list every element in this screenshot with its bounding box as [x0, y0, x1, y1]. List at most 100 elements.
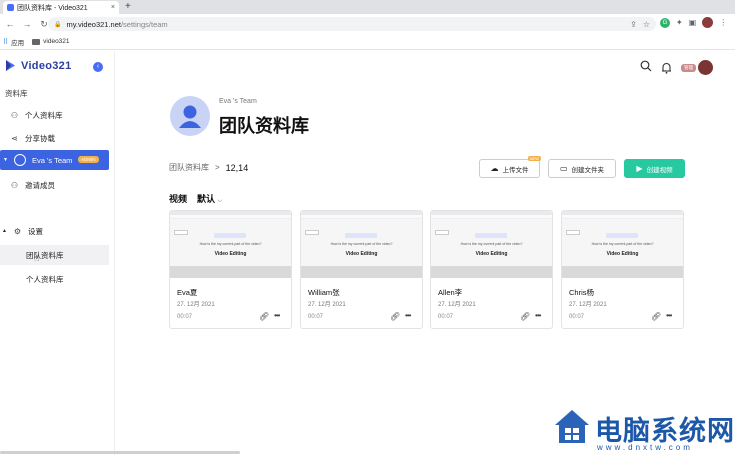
thumb-headline: Video Editing [214, 251, 247, 257]
sidebar-item-personal-library[interactable]: ⚇ 个人资料库 [0, 105, 109, 125]
more-options-icon[interactable]: ••• [666, 311, 672, 320]
bookmark-apps[interactable]: ⠿ 应用 [3, 37, 24, 47]
more-options-icon[interactable]: ••• [535, 311, 541, 320]
bell-icon[interactable] [661, 62, 672, 74]
video-thumbnail[interactable]: How is the my current part of the video?… [431, 211, 552, 278]
thumb-logo [345, 233, 377, 238]
create-video-button[interactable]: ▶ 创建视频 [624, 159, 685, 178]
bookmark-star-icon[interactable]: ☆ [643, 20, 650, 29]
back-icon[interactable]: ← [3, 19, 17, 29]
breadcrumb-count: 12,14 [225, 162, 249, 173]
sidebar-item-invite[interactable]: ⚇ 邀请成员 [0, 175, 109, 195]
tab-title: 团队资料库 - Video321 [17, 4, 88, 12]
sidebar-item-label: 设置 [27, 226, 43, 236]
add-user-icon: ⚇ [10, 180, 19, 190]
url-host: my.video321.net [66, 19, 121, 29]
video-card[interactable]: How is the my current part of the video?… [430, 210, 553, 329]
thumb-headline: Video Editing [345, 251, 378, 257]
address-bar[interactable]: 🔒 my.video321.net/settings/team ⇪ ☆ [48, 17, 656, 31]
browser-tab[interactable]: 团队资料库 - Video321 × [3, 1, 119, 14]
share-icon[interactable]: ⇪ [630, 20, 637, 29]
caret-down-icon[interactable]: ▼ [3, 157, 8, 163]
browser-profile-avatar[interactable] [702, 17, 714, 28]
sidebar-subitem-team-library[interactable]: 团队资料库 ☝ [0, 245, 109, 265]
more-options-icon[interactable]: ••• [274, 311, 280, 320]
upload-file-button[interactable]: ☁ 上传文件 NEW [479, 156, 541, 178]
bookmark-video321[interactable]: video321 [32, 38, 70, 45]
forward-icon[interactable]: → [20, 19, 34, 29]
new-folder-button[interactable]: ▭ 创建文件夹 [548, 159, 616, 178]
video-thumbnail[interactable]: How is the my current part of the video?… [562, 211, 683, 278]
video-card[interactable]: How is the my current part of the video?… [561, 210, 684, 329]
team-role-badge: ADMIN [78, 156, 99, 163]
lock-icon[interactable]: 🔒 [54, 21, 61, 28]
thumb-question: How is the my current part of the video? [330, 242, 393, 246]
search-icon[interactable] [640, 60, 652, 75]
user-icon: ⚇ [10, 110, 19, 120]
video-duration: 00:07 [569, 314, 585, 320]
thumb-footer [562, 266, 683, 278]
videos-heading: 视频 [169, 194, 188, 204]
thumb-headline: Video Editing [606, 251, 639, 257]
upload-label: 上传文件 [502, 166, 529, 174]
caret-up-icon[interactable]: ▲ [2, 228, 7, 234]
extensions-puzzle-icon[interactable]: ✦ [676, 18, 683, 27]
sidebar-item-settings[interactable]: ▲ ⚙ 设置 [0, 221, 109, 241]
browser-menu-icon[interactable]: ⋮ [719, 18, 727, 27]
video-card[interactable]: How is the my current part of the video?… [300, 210, 423, 329]
video321-favicon-icon [7, 4, 14, 11]
video-date: 27. 12月 2021 [438, 302, 476, 308]
header-actions: 管理 [640, 60, 713, 75]
thumb-button [174, 230, 188, 235]
folder-icon: ▭ [559, 164, 568, 173]
more-options-icon[interactable]: ••• [405, 311, 411, 320]
bookmark-apps-label: 应用 [11, 39, 25, 47]
brand[interactable]: Video321 [4, 59, 72, 72]
video-title[interactable]: Eva夏 [177, 287, 197, 298]
sidebar-item-label: 个人资料库 [26, 274, 64, 284]
thumb-logo [214, 233, 246, 238]
sidebar-item-label: 邀请成员 [25, 180, 55, 190]
filter-row: 视频 默认 ⌵ [169, 192, 222, 205]
browser-toolbar: ← → ↻ 🔒 my.video321.net/settings/team ⇪ … [0, 14, 735, 34]
link-icon[interactable]: 🔗︎ [390, 312, 400, 321]
video-title[interactable]: Allen李 [438, 287, 462, 298]
link-icon[interactable]: 🔗︎ [651, 312, 661, 321]
house-logo-icon [555, 410, 589, 443]
sidepanel-icon[interactable]: ▣ [689, 18, 697, 27]
sidebar-item-shared[interactable]: ⋖ 分享协载 [0, 128, 109, 148]
sidebar-item-label: 分享协载 [25, 133, 55, 143]
horizontal-scrollbar[interactable] [0, 451, 240, 454]
thumb-button [566, 230, 580, 235]
collapse-sidebar-button[interactable]: ‹ [93, 62, 103, 72]
sidebar-subitem-personal-library[interactable]: 个人资料库 [0, 269, 109, 289]
breadcrumb-root[interactable]: 团队资料库 [169, 162, 209, 173]
tab-close-icon[interactable]: × [111, 4, 115, 11]
sidebar-item-team[interactable]: ▼ Eva 's Team ADMIN [0, 150, 109, 170]
thumb-toolbar [431, 215, 552, 219]
sort-dropdown[interactable]: 默认 ⌵ [197, 192, 222, 205]
video-date: 27. 12月 2021 [308, 302, 346, 308]
hand-cursor-icon: ☝ [34, 253, 40, 263]
video321-logo-icon [4, 59, 17, 72]
url-path: /settings/team [120, 19, 168, 29]
new-tab-button[interactable]: + [125, 1, 131, 12]
thumb-logo [475, 233, 507, 238]
video-title[interactable]: Chris杨 [569, 287, 594, 298]
video-title[interactable]: William张 [308, 287, 340, 298]
video-thumbnail[interactable]: How is the my current part of the video?… [301, 211, 422, 278]
team-subtitle: Eva 's Team [219, 98, 257, 105]
link-icon[interactable]: 🔗︎ [259, 312, 269, 321]
user-menu[interactable]: 管理 [681, 60, 713, 75]
thumb-button [435, 230, 449, 235]
bookmark-label: video321 [43, 38, 70, 45]
video-duration: 00:07 [177, 314, 193, 320]
user-avatar [698, 60, 713, 75]
link-icon[interactable]: 🔗︎ [520, 312, 530, 321]
breadcrumb: 团队资料库 > 12,14 [169, 162, 248, 173]
grammarly-extension-icon[interactable]: G [660, 17, 670, 28]
video-card[interactable]: How is the my current part of the video?… [169, 210, 292, 329]
video-thumbnail[interactable]: How is the my current part of the video?… [170, 211, 291, 278]
sort-label: 默认 [197, 194, 216, 204]
chevron-down-icon: ⌵ [217, 198, 223, 204]
